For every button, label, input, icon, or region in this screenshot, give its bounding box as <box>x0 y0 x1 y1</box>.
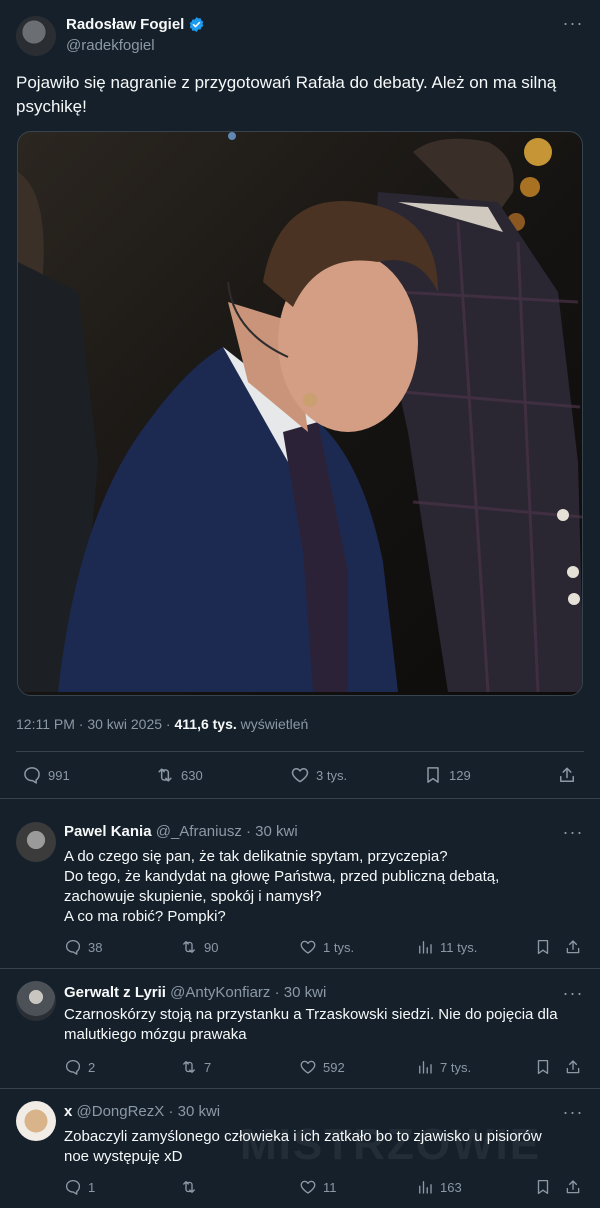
reply-header: Gerwalt z Lyrii @AntyKonfiarz · 30 kwi <box>64 984 326 1001</box>
reply-button[interactable]: 38 <box>64 938 102 956</box>
share-icon <box>566 1180 580 1194</box>
views-label: wyświetleń <box>240 716 309 732</box>
reply-button[interactable]: 1 <box>64 1178 95 1196</box>
reply-author-name[interactable]: Pawel Kania <box>64 823 152 840</box>
repost-icon <box>183 941 195 953</box>
heart-icon <box>300 1060 316 1074</box>
bookmark-button[interactable]: 129 <box>423 765 471 785</box>
reply-icon <box>65 1059 81 1075</box>
reply-text: Czarnoskórzy stoją na przystanku a Trzas… <box>64 1006 558 1043</box>
share-button[interactable] <box>564 1058 582 1076</box>
reply-button[interactable]: 2 <box>64 1058 95 1076</box>
post-text: Pojawiło się nagranie z przygotowań Rafa… <box>16 73 557 116</box>
repost-button[interactable] <box>180 1178 204 1196</box>
bookmark-icon <box>537 1059 549 1075</box>
bookmark-button[interactable] <box>534 1178 552 1196</box>
reply-avatar[interactable] <box>16 1101 56 1141</box>
reply-author-handle[interactable]: @_Afraniusz · 30 kwi <box>156 823 298 840</box>
share-button[interactable] <box>564 938 582 956</box>
share-icon <box>560 767 574 782</box>
more-options-icon[interactable]: ··· <box>561 984 585 1006</box>
repost-button[interactable]: 7 <box>180 1058 211 1076</box>
heart-icon <box>291 768 309 783</box>
like-button[interactable]: 1 tys. <box>299 938 354 956</box>
analytics-icon <box>419 941 432 954</box>
views-button[interactable]: 7 tys. <box>416 1058 471 1076</box>
reply-icon <box>65 939 81 955</box>
views-button[interactable]: 163 <box>416 1178 462 1196</box>
like-button[interactable]: 592 <box>299 1058 345 1076</box>
author-avatar[interactable] <box>16 16 56 56</box>
like-button[interactable]: 3 tys. <box>290 765 347 785</box>
repost-icon <box>183 1061 195 1073</box>
bookmark-icon <box>427 767 439 783</box>
heart-icon <box>300 940 316 954</box>
share-button[interactable] <box>557 765 577 785</box>
reply-avatar[interactable] <box>16 981 56 1021</box>
more-options-icon[interactable]: ··· <box>561 14 585 36</box>
reply-header: x @DongRezX · 30 kwi <box>64 1103 220 1120</box>
media-photo <box>18 132 582 693</box>
heart-icon <box>300 1180 316 1194</box>
divider <box>16 751 584 752</box>
more-options-icon[interactable]: ··· <box>561 823 585 845</box>
reply-author-handle[interactable]: @AntyKonfiarz · 30 kwi <box>170 984 326 1001</box>
reply-author-handle[interactable]: @DongRezX · 30 kwi <box>77 1103 221 1120</box>
divider <box>0 798 600 799</box>
reply-author-name[interactable]: Gerwalt z Lyrii <box>64 984 166 1001</box>
reply-icon <box>65 1179 81 1195</box>
views-button[interactable]: 11 tys. <box>416 938 477 956</box>
repost-button[interactable]: 630 <box>155 765 203 785</box>
bookmark-icon <box>537 1179 549 1195</box>
analytics-icon <box>419 1061 432 1074</box>
reply-author-name[interactable]: x <box>64 1103 72 1120</box>
author-handle[interactable]: @radekfogiel <box>66 37 155 54</box>
repost-button[interactable]: 90 <box>180 938 218 956</box>
reply-avatar[interactable] <box>16 822 56 862</box>
post-media-image[interactable] <box>17 131 583 696</box>
author-name[interactable]: Radosław Fogiel <box>66 16 205 33</box>
post-timestamp[interactable]: 12:11 PM · 30 kwi 2025 · <box>16 716 174 732</box>
watermark: MISTRZOWIE <box>240 1120 542 1169</box>
reply-icon <box>24 767 40 784</box>
view-count: 411,6 tys. <box>174 716 237 732</box>
reply-text: A do czego się pan, że tak delikatnie sp… <box>64 848 500 925</box>
main-post: Radosław Fogiel @radekfogiel ··· Pojawił… <box>0 0 600 815</box>
reply-header: Pawel Kania @_Afraniusz · 30 kwi <box>64 823 298 840</box>
reply-item[interactable]: Gerwalt z Lyrii @AntyKonfiarz · 30 kwi ·… <box>0 968 600 1088</box>
bookmark-button[interactable] <box>534 1058 552 1076</box>
like-button[interactable]: 11 <box>299 1178 337 1196</box>
bookmark-icon <box>537 939 549 955</box>
analytics-icon <box>419 1181 432 1194</box>
share-button[interactable] <box>564 1178 582 1196</box>
repost-icon <box>158 768 172 782</box>
share-icon <box>566 940 580 954</box>
more-options-icon[interactable]: ··· <box>561 1103 585 1125</box>
bookmark-button[interactable] <box>534 938 552 956</box>
reply-button[interactable]: 991 <box>22 765 70 785</box>
reply-item[interactable]: Pawel Kania @_Afraniusz · 30 kwi ··· A d… <box>0 808 600 968</box>
post-meta: 12:11 PM · 30 kwi 2025 · 411,6 tys. wyśw… <box>16 716 308 732</box>
share-icon <box>566 1060 580 1074</box>
verified-badge-icon <box>190 17 204 32</box>
repost-icon <box>183 1181 195 1193</box>
